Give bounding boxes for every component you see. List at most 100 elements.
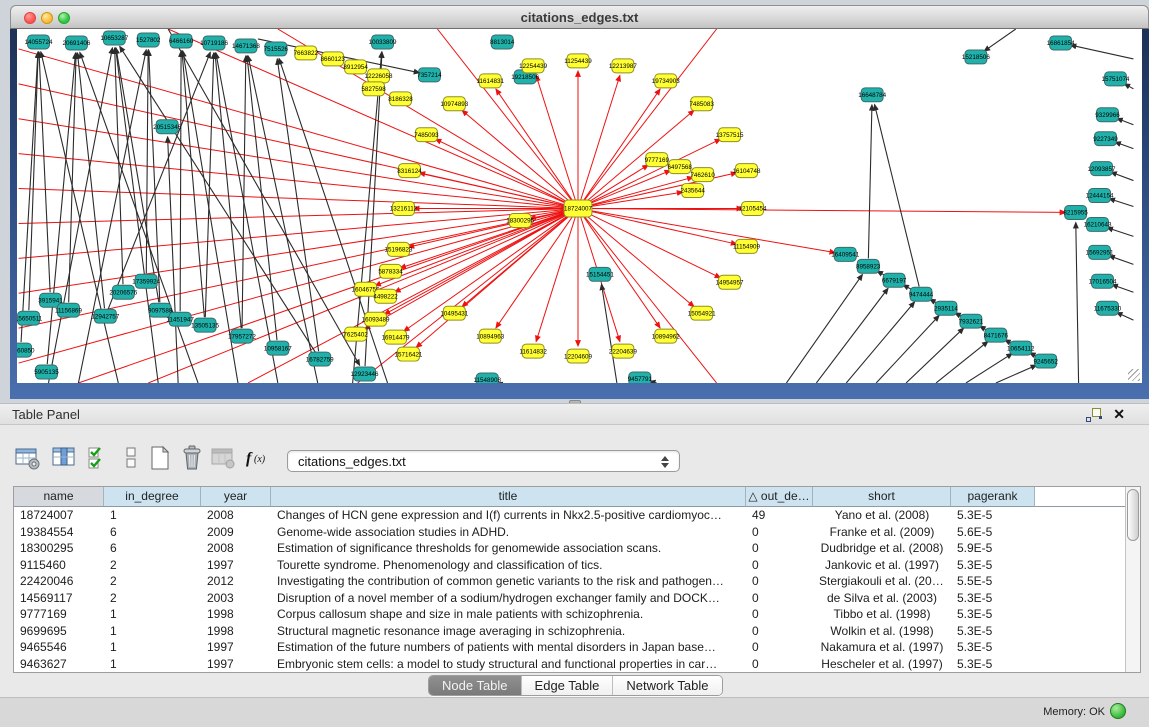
- cell-year[interactable]: 2009: [201, 524, 271, 541]
- delete-table-button[interactable]: [178, 444, 206, 472]
- graph-node[interactable]: 7625402: [343, 327, 368, 341]
- citation-edge-red[interactable]: [584, 214, 694, 307]
- graph-node[interactable]: 5878334: [378, 264, 403, 278]
- graph-node[interactable]: 7485093: [414, 128, 439, 142]
- cell-title[interactable]: Structural magnetic resonance image aver…: [271, 623, 746, 640]
- column-header-indeg[interactable]: in_degree: [104, 487, 201, 507]
- citation-edge-black[interactable]: [77, 53, 104, 308]
- graph-node[interactable]: 19734903: [652, 74, 680, 88]
- cell-indeg[interactable]: 1: [104, 639, 201, 656]
- graph-node[interactable]: 16914479: [382, 330, 410, 344]
- cell-pr[interactable]: 5.3E-5: [951, 507, 1035, 524]
- cell-out[interactable]: 49: [746, 507, 813, 524]
- graph-node[interactable]: 12923446: [351, 367, 379, 381]
- graph-node[interactable]: 6679197: [882, 273, 907, 287]
- cell-indeg[interactable]: 1: [104, 656, 201, 673]
- citation-edge-black[interactable]: [180, 51, 181, 311]
- cell-indeg[interactable]: 2: [104, 557, 201, 574]
- graph-node[interactable]: 16210643: [1084, 217, 1112, 231]
- cell-short[interactable]: Stergiakouli et al. (2012): [813, 573, 951, 590]
- cell-indeg[interactable]: 1: [104, 507, 201, 524]
- cell-short[interactable]: Tibbo et al. (1998): [813, 606, 951, 623]
- citation-edge-black[interactable]: [984, 29, 1016, 51]
- graph-node[interactable]: 6466160: [169, 34, 194, 48]
- tab-node-table[interactable]: Node Table: [429, 676, 522, 695]
- graph-node[interactable]: 10653287: [100, 31, 128, 45]
- graph-node[interactable]: 14671368: [232, 39, 260, 53]
- citation-edge-black[interactable]: [279, 58, 388, 383]
- cell-pr[interactable]: 5.3E-5: [951, 590, 1035, 607]
- graph-node[interactable]: 16861854: [1047, 36, 1075, 50]
- graph-node[interactable]: 10033809: [369, 35, 397, 49]
- citation-edge-black[interactable]: [875, 104, 920, 286]
- citation-edge-red[interactable]: [536, 75, 575, 200]
- clear-selection-button[interactable]: [117, 444, 145, 472]
- cell-pr[interactable]: 5.3E-5: [951, 656, 1035, 673]
- citation-edge-black[interactable]: [242, 56, 246, 328]
- cell-indeg[interactable]: 2: [104, 590, 201, 607]
- citation-edge-black[interactable]: [1076, 222, 1079, 383]
- graph-node[interactable]: 10974893: [440, 97, 468, 111]
- graph-node[interactable]: 1527802: [136, 33, 161, 47]
- citation-edge-red[interactable]: [19, 189, 570, 209]
- close-panel-icon[interactable]: ✕: [1113, 406, 1125, 423]
- citation-edge-black[interactable]: [168, 137, 179, 383]
- column-header-pr[interactable]: pagerank: [951, 487, 1035, 507]
- table-row[interactable]: 1938455462009Genome-wide association stu…: [14, 524, 1125, 541]
- citation-edge-black[interactable]: [1109, 199, 1133, 207]
- cell-year[interactable]: 1997: [201, 639, 271, 656]
- graph-node[interactable]: 20691406: [62, 36, 90, 50]
- citation-edge-black[interactable]: [906, 328, 964, 383]
- cell-name[interactable]: 22420046: [14, 573, 104, 590]
- cell-short[interactable]: Wolkin et al. (1998): [813, 623, 951, 640]
- table-settings-button[interactable]: [14, 444, 42, 472]
- graph-node[interactable]: 16782759: [306, 352, 334, 366]
- citation-edge-red[interactable]: [168, 29, 571, 205]
- cell-out[interactable]: 0: [746, 573, 813, 590]
- table-row[interactable]: 1830029562008Estimation of significance …: [14, 540, 1125, 557]
- cell-year[interactable]: 1997: [201, 656, 271, 673]
- create-table-button[interactable]: [146, 444, 174, 472]
- cell-title[interactable]: Embryonic stem cells: a model to study s…: [271, 656, 746, 673]
- cell-out[interactable]: 0: [746, 590, 813, 607]
- graph-node[interactable]: 9245652: [1033, 354, 1058, 368]
- graph-node[interactable]: 5827598: [361, 82, 386, 96]
- tab-network-table[interactable]: Network Table: [613, 676, 721, 695]
- graph-node[interactable]: 11548908: [474, 373, 502, 383]
- cell-short[interactable]: de Silva et al. (2003): [813, 590, 951, 607]
- cell-indeg[interactable]: 6: [104, 524, 201, 541]
- graph-node[interactable]: 9227349: [1093, 132, 1118, 146]
- graph-node[interactable]: 8471676: [984, 328, 1009, 342]
- graph-node[interactable]: 18300295: [506, 213, 534, 227]
- cell-pr[interactable]: 5.3E-5: [951, 623, 1035, 640]
- cell-short[interactable]: Nakamura et al. (1997): [813, 639, 951, 656]
- graph-node[interactable]: 12226058: [365, 69, 393, 83]
- cell-year[interactable]: 1997: [201, 557, 271, 574]
- cell-title[interactable]: Disruption of a novel member of a sodium…: [271, 590, 746, 607]
- graph-node[interactable]: 4498222: [373, 289, 398, 303]
- graph-node[interactable]: 5905135: [34, 365, 59, 379]
- graph-node[interactable]: 12254439: [519, 59, 547, 73]
- cell-year[interactable]: 2003: [201, 590, 271, 607]
- graph-node[interactable]: 9329966: [1095, 108, 1120, 122]
- graph-node[interactable]: 2935114: [934, 301, 958, 315]
- graph-node[interactable]: 16648784: [858, 88, 886, 102]
- graph-node[interactable]: 17016504: [1089, 274, 1117, 288]
- citation-edge-black[interactable]: [1112, 285, 1134, 293]
- graph-node[interactable]: 14055724: [25, 35, 53, 49]
- cell-out[interactable]: 0: [746, 606, 813, 623]
- vertical-scrollbar[interactable]: [1125, 487, 1140, 672]
- graph-node[interactable]: 9777169: [645, 153, 670, 167]
- graph-node[interactable]: 15692951: [1086, 245, 1114, 259]
- graph-node[interactable]: 25260850: [17, 343, 35, 357]
- citation-edge-black[interactable]: [868, 105, 872, 259]
- citation-edge-red[interactable]: [384, 212, 571, 314]
- graph-node[interactable]: 12444154: [1086, 189, 1114, 203]
- hub-graph-node[interactable]: 18724007: [564, 200, 592, 217]
- cell-title[interactable]: Corpus callosum shape and size in male p…: [271, 606, 746, 623]
- citation-edge-red[interactable]: [584, 110, 694, 203]
- graph-node[interactable]: 11614831: [477, 74, 505, 88]
- citation-edge-black[interactable]: [1111, 172, 1134, 180]
- cell-indeg[interactable]: 2: [104, 573, 201, 590]
- graph-node[interactable]: 7462610: [690, 168, 715, 182]
